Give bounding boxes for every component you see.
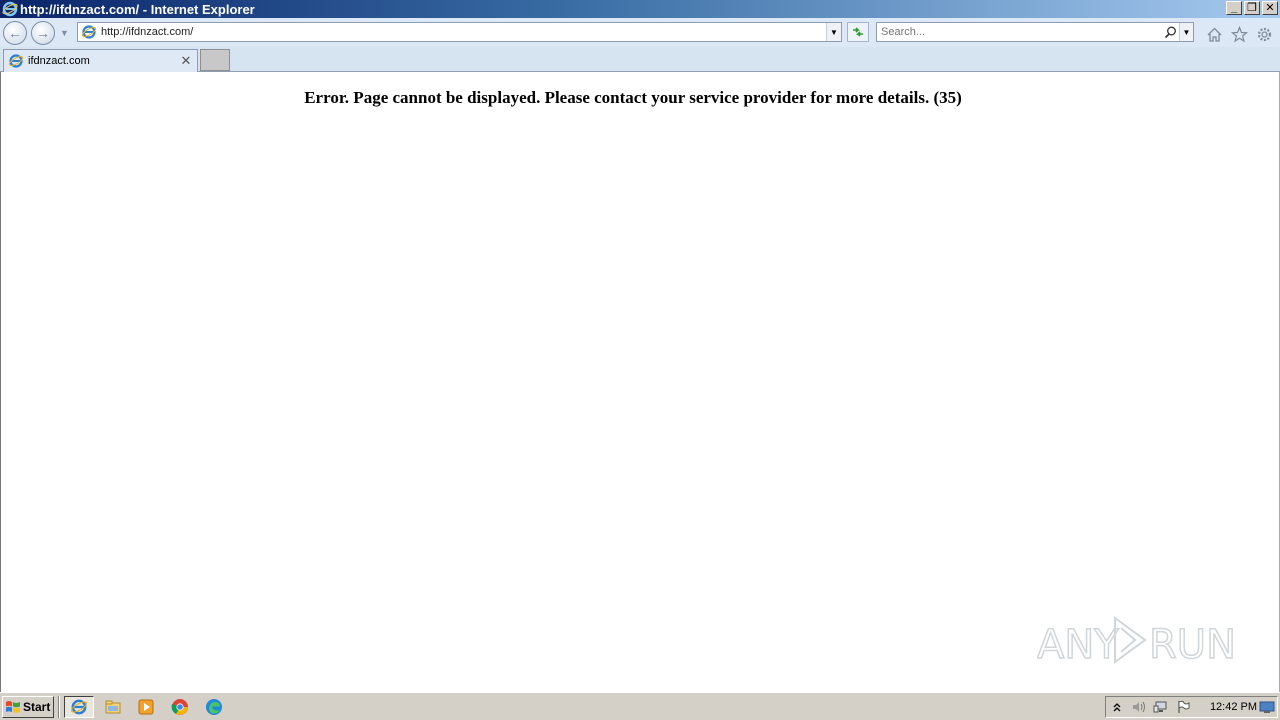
search-input[interactable] — [877, 26, 1161, 38]
internet-explorer-icon — [70, 699, 88, 715]
minimize-button[interactable]: _ — [1226, 1, 1242, 15]
taskbar-media-player[interactable] — [134, 696, 158, 718]
taskbar-internet-explorer[interactable] — [64, 696, 94, 718]
taskbar-edge[interactable] — [202, 696, 226, 718]
refresh-button[interactable] — [847, 22, 869, 42]
address-dropdown-icon[interactable]: ▼ — [826, 23, 841, 41]
taskbar: Start 12:42 PM — [0, 692, 1280, 720]
home-button[interactable] — [1204, 24, 1224, 44]
edge-icon — [206, 699, 222, 715]
show-hidden-icons-icon[interactable] — [1106, 697, 1128, 717]
chrome-icon — [171, 699, 188, 715]
internet-explorer-icon — [2, 1, 18, 17]
star-icon — [1230, 25, 1248, 42]
svg-text:ANY: ANY — [1037, 622, 1119, 668]
taskbar-file-explorer[interactable] — [101, 696, 125, 718]
window-title: http://ifdnzact.com/ - Internet Explorer — [20, 1, 255, 17]
search-dropdown-icon[interactable]: ▼ — [1179, 23, 1193, 41]
close-tab-icon[interactable]: ✕ — [179, 53, 193, 69]
close-window-button[interactable]: ✕ — [1262, 1, 1278, 15]
gear-icon — [1257, 27, 1271, 41]
forward-button[interactable]: → — [31, 21, 55, 45]
tools-button[interactable] — [1254, 24, 1274, 44]
favorites-button[interactable] — [1229, 24, 1249, 44]
address-input[interactable]: http://ifdnzact.com/ — [101, 26, 826, 38]
tab-bar: ifdnzact.com ✕ — [0, 47, 1280, 72]
show-desktop-icon[interactable] — [1257, 697, 1277, 717]
network-icon[interactable] — [1150, 697, 1172, 717]
svg-text:RUN: RUN — [1149, 622, 1236, 668]
taskbar-separator — [58, 696, 60, 718]
taskbar-chrome[interactable] — [168, 696, 192, 718]
media-player-icon — [138, 699, 154, 715]
windows-logo-icon — [6, 701, 20, 713]
action-center-flag-icon[interactable] — [1172, 697, 1194, 717]
anyrun-watermark-logo: ANY RUN — [1037, 616, 1237, 669]
tab-label: ifdnzact.com — [28, 55, 90, 67]
refresh-icon — [853, 27, 863, 37]
search-box[interactable]: ▼ — [876, 22, 1194, 42]
page-content: Error. Page cannot be displayed. Please … — [0, 72, 1280, 692]
back-arrow-icon: ← — [8, 25, 22, 41]
address-bar[interactable]: http://ifdnzact.com/ ▼ — [77, 22, 842, 42]
forward-arrow-icon: → — [36, 25, 50, 41]
search-icon[interactable] — [1161, 26, 1179, 39]
restore-button[interactable]: ❐ — [1244, 1, 1260, 15]
error-message: Error. Page cannot be displayed. Please … — [304, 88, 962, 107]
clock[interactable]: 12:42 PM — [1210, 701, 1257, 713]
file-explorer-icon — [105, 700, 121, 714]
volume-icon[interactable] — [1128, 697, 1150, 717]
tab-ifdnzact[interactable]: ifdnzact.com ✕ — [3, 49, 198, 72]
navigation-bar: ← → ▼ http://ifdnzact.com/ ▼ ▼ — [0, 18, 1280, 47]
system-tray: 12:42 PM — [1105, 696, 1278, 718]
internet-explorer-icon — [81, 25, 97, 39]
internet-explorer-icon — [8, 54, 24, 68]
new-tab-button[interactable] — [200, 49, 230, 71]
start-label: Start — [23, 700, 51, 714]
recent-pages-dropdown-icon[interactable]: ▼ — [60, 28, 70, 38]
start-button[interactable]: Start — [2, 696, 54, 718]
back-button[interactable]: ← — [3, 21, 27, 45]
home-icon — [1207, 27, 1221, 42]
title-bar: http://ifdnzact.com/ - Internet Explorer… — [0, 0, 1280, 18]
